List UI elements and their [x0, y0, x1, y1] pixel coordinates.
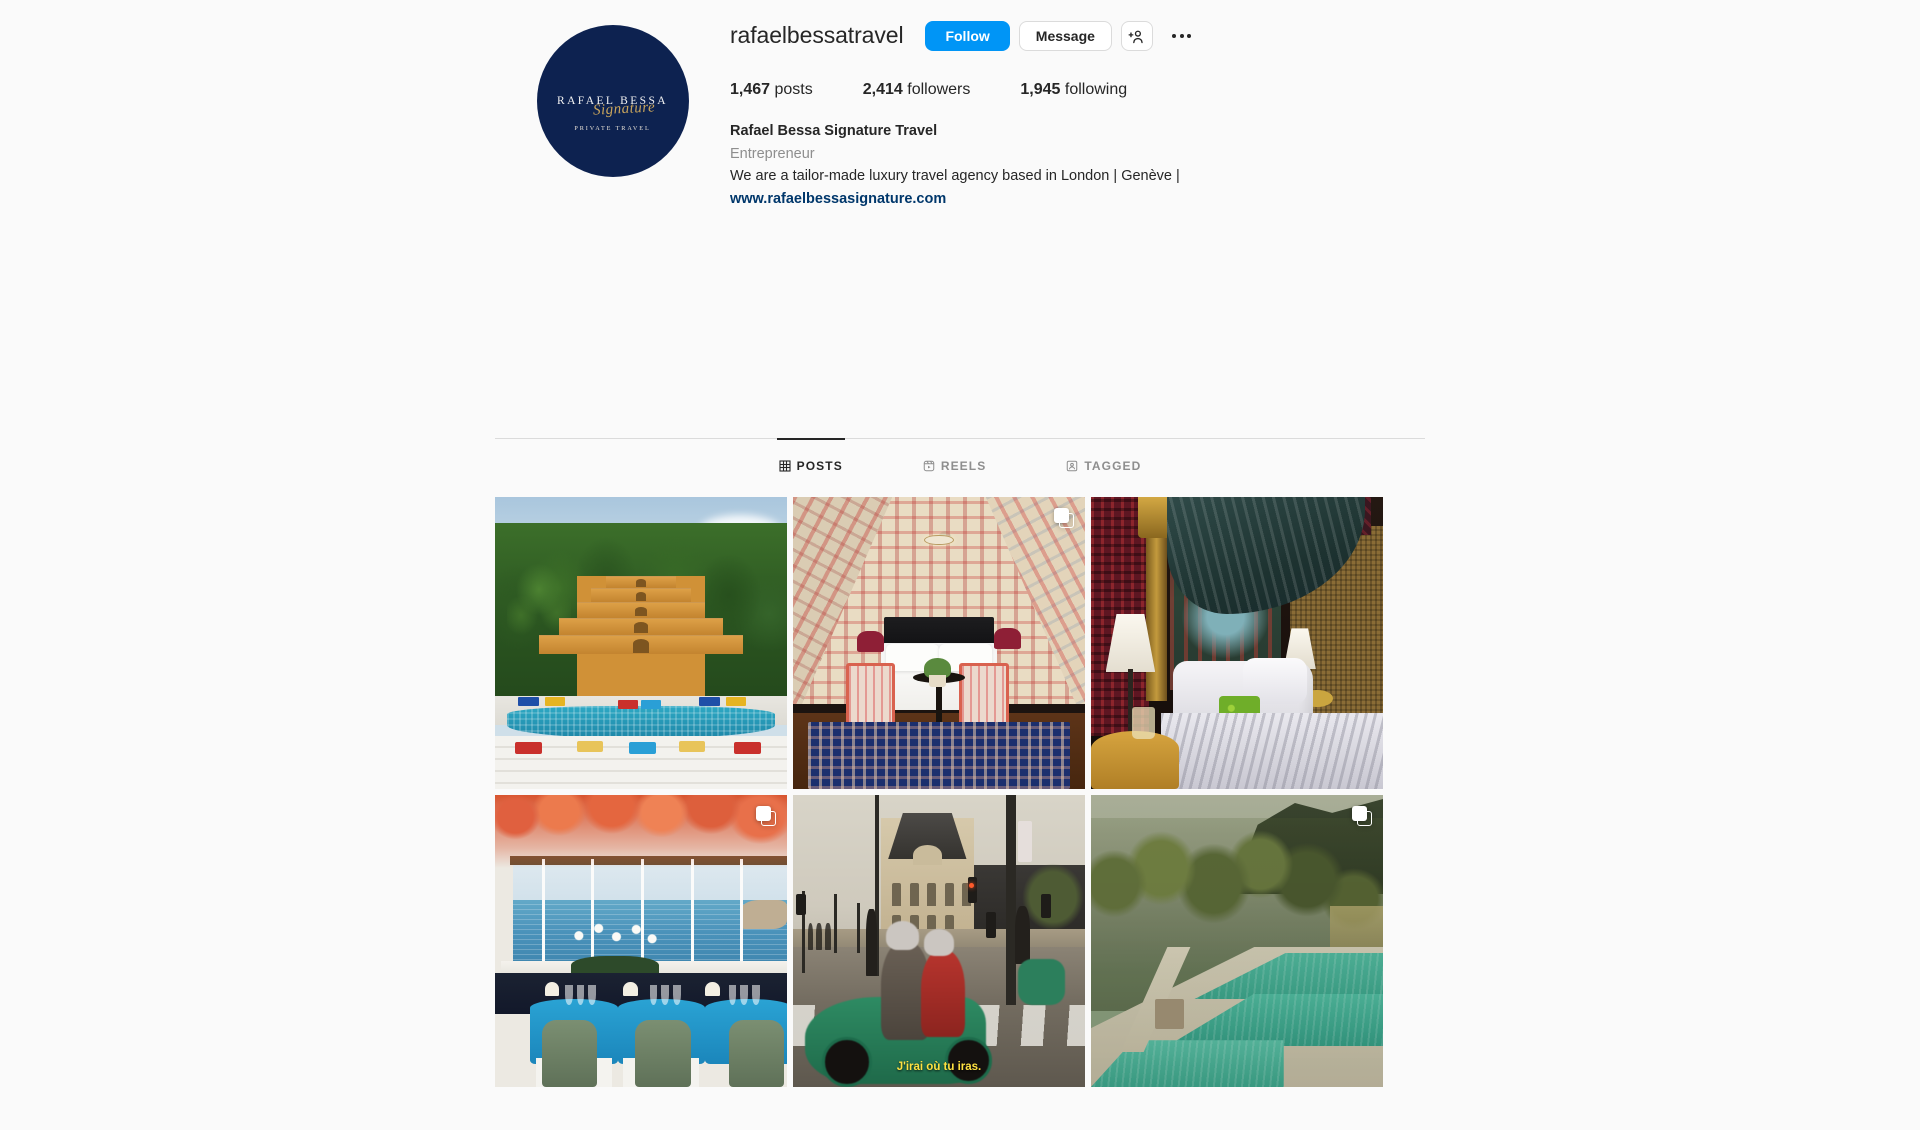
bio-full-name: Rafael Bessa Signature Travel [730, 123, 938, 140]
grid-icon [779, 459, 791, 472]
stat-following-label: following [1064, 81, 1128, 98]
instagram-profile-page: RAFAEL BESSA Signature PRIVATE TRAVEL ra… [0, 0, 1920, 1130]
profile-username: rafaelbessatravel [730, 22, 904, 49]
profile-stats: 1,467 posts 2,414 followers 1,945 follow… [730, 80, 1425, 99]
grid-post-5[interactable]: J'irai où tu iras. [793, 795, 1085, 1087]
follow-button[interactable]: Follow [925, 21, 1010, 51]
stat-followers-label: followers [907, 81, 971, 98]
post-5-image [793, 795, 1085, 1087]
tab-posts-label: POSTS [796, 458, 843, 473]
message-button[interactable]: Message [1018, 21, 1112, 51]
tagged-icon [1066, 460, 1078, 472]
stat-following[interactable]: 1,945 following [1020, 80, 1127, 99]
carousel-icon [1352, 806, 1372, 826]
grid-post-3[interactable] [1091, 497, 1383, 789]
stat-posts-value: 1,467 [730, 81, 771, 98]
posts-grid: J'irai où tu iras. [495, 497, 1427, 1087]
post-2-image [793, 497, 1085, 789]
post-1-image [495, 497, 787, 789]
bio-description: We are a tailor-made luxury travel agenc… [730, 168, 1180, 185]
tab-posts[interactable]: POSTS [776, 438, 846, 492]
grid-post-1[interactable] [495, 497, 787, 789]
grid-post-2[interactable] [793, 497, 1085, 789]
grid-post-4[interactable] [495, 795, 787, 1087]
tab-reels[interactable]: REELS [923, 439, 987, 492]
profile-bio: Rafael Bessa Signature Travel Entreprene… [730, 121, 1425, 209]
avatar-subtitle-text: PRIVATE TRAVEL [574, 125, 651, 133]
stat-posts-label: posts [774, 81, 813, 98]
username-row: rafaelbessatravel Follow Message [730, 18, 1425, 54]
profile-tabs: POSTS REELS TAGGED [495, 438, 1425, 492]
bio-category: Entrepreneur [730, 145, 815, 162]
avatar-script-text: Signature [592, 99, 656, 119]
post-4-image [495, 795, 787, 1087]
carousel-icon [756, 806, 776, 826]
stat-followers-value: 2,414 [862, 81, 903, 98]
tab-tagged[interactable]: TAGGED [1066, 439, 1141, 492]
person-add-icon[interactable] [1120, 21, 1153, 51]
post-6-image [1091, 795, 1383, 1087]
grid-post-6[interactable] [1091, 795, 1383, 1087]
profile-info-column: rafaelbessatravel Follow Message 1,467 p… [730, 18, 1425, 210]
more-options-dots [1172, 34, 1192, 38]
post-5-caption: J'irai où tu iras. [896, 1061, 982, 1073]
post-3-image [1091, 497, 1383, 789]
reels-icon [923, 460, 935, 472]
carousel-icon [1054, 508, 1074, 528]
tab-reels-label: REELS [940, 458, 987, 473]
avatar-column: RAFAEL BESSA Signature PRIVATE TRAVEL [495, 18, 730, 177]
stat-posts[interactable]: 1,467 posts [730, 80, 813, 99]
profile-header: RAFAEL BESSA Signature PRIVATE TRAVEL ra… [495, 18, 1425, 210]
bio-website-link[interactable]: www.rafaelbessasignature.com [730, 189, 1425, 210]
profile-avatar[interactable]: RAFAEL BESSA Signature PRIVATE TRAVEL [536, 25, 689, 177]
stat-followers[interactable]: 2,414 followers [863, 80, 971, 99]
tab-tagged-label: TAGGED [1084, 458, 1142, 473]
stat-following-value: 1,945 [1020, 81, 1061, 98]
more-options-icon[interactable] [1167, 21, 1197, 51]
